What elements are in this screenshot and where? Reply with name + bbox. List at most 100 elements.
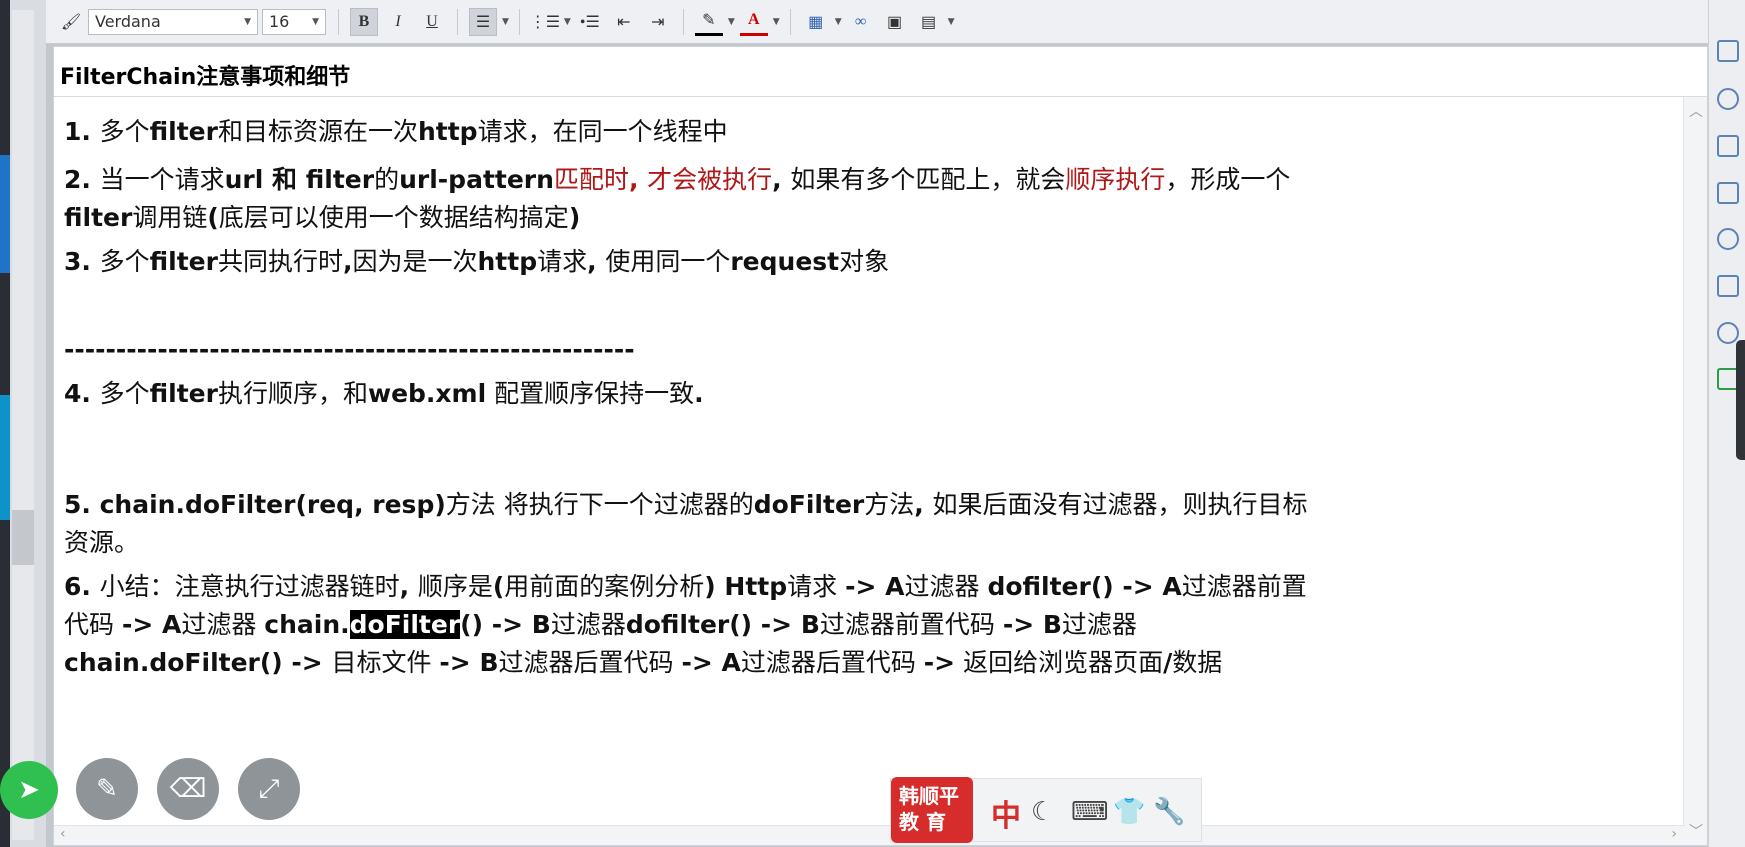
text-run: 过滤器 bbox=[550, 610, 626, 639]
scroll-left-icon[interactable]: ‹ bbox=[60, 826, 66, 842]
pencil-icon: ✎ bbox=[96, 774, 118, 804]
text-run: doFilter bbox=[349, 610, 461, 639]
format-painter-icon[interactable]: 🖌 bbox=[57, 8, 85, 36]
text-run: web.xml bbox=[367, 379, 487, 408]
text-run: 过滤器后置代码 bbox=[740, 648, 924, 677]
moon-icon[interactable]: ☾ bbox=[1031, 797, 1054, 827]
text-run: 过滤器后置代码 bbox=[498, 648, 682, 677]
text-run: 使用同一个 bbox=[605, 247, 731, 276]
brand-logo: 韩顺平 教 育 bbox=[891, 777, 973, 843]
table-icon[interactable]: ▦ bbox=[802, 8, 830, 36]
globe-icon[interactable] bbox=[1717, 322, 1739, 344]
text-run: http bbox=[417, 117, 478, 146]
text-run: 方法 将执行下一个过滤器的 bbox=[445, 490, 754, 519]
text-run: 返回给浏览器页面 bbox=[955, 648, 1164, 677]
text-run: 因为是一次 bbox=[352, 247, 478, 276]
cursor-icon: ➤ bbox=[18, 775, 40, 805]
text-run: 请求 bbox=[537, 247, 588, 276]
mindmap-icon[interactable] bbox=[1717, 135, 1739, 157]
text-run: 3. bbox=[64, 247, 100, 276]
horizontal-scrollbar[interactable]: ‹ › bbox=[54, 825, 1685, 845]
text-run: 请求，在同一个线程中 bbox=[477, 117, 728, 146]
calendar-icon[interactable]: ▤ bbox=[915, 8, 943, 36]
text-run: 2. bbox=[64, 165, 100, 194]
screen: 🖌 Verdana ▼ 16 ▼ B I U ☰ ▼ ⋮☰ ▼ •☰ ⇤ ⇥ ✎ ▼ A ▼… bbox=[0, 0, 1745, 847]
screenshot-icon[interactable] bbox=[1717, 275, 1739, 297]
text-run: 如果有多个匹配上，就会 bbox=[790, 165, 1066, 194]
divider-line: ----------------------------------------… bbox=[64, 331, 635, 369]
pointer-tool-button[interactable]: ➤ bbox=[0, 761, 58, 819]
text-run: 4. bbox=[64, 379, 100, 408]
search-icon[interactable] bbox=[1717, 228, 1739, 250]
chevron-down-icon: ▼ bbox=[312, 16, 319, 27]
side-scroll-thumb[interactable] bbox=[1736, 340, 1745, 460]
highlight-pen-icon[interactable]: ✎ bbox=[694, 8, 723, 36]
bold-button[interactable]: B bbox=[350, 7, 378, 36]
link-icon[interactable]: ∞ bbox=[847, 8, 875, 36]
underline-button[interactable]: U bbox=[418, 8, 446, 36]
ime-language-toggle[interactable]: 中 bbox=[991, 791, 1021, 835]
text-run: ，形成一个 bbox=[1165, 165, 1291, 194]
text-run: 用前面的案例分析 bbox=[504, 572, 705, 601]
text-run: filter bbox=[149, 247, 218, 276]
pen-tool-button[interactable]: ✎ bbox=[76, 758, 138, 820]
text-run: 过滤器 bbox=[181, 610, 265, 639]
text-run: request bbox=[730, 247, 840, 276]
left-scroll-thumb[interactable] bbox=[12, 510, 34, 565]
scroll-right-icon[interactable]: › bbox=[1671, 826, 1677, 842]
text-run: ( bbox=[492, 572, 505, 601]
text-run: 5. chain.doFilter(req, resp) bbox=[64, 490, 446, 519]
text-run: ) Http bbox=[704, 572, 788, 601]
eraser-icon: ⌫ bbox=[169, 774, 207, 804]
text-run: filter bbox=[64, 203, 133, 232]
note-editor[interactable]: FilterChain注意事项和细节 1. 多个filter和目标资源在一次ht… bbox=[53, 46, 1709, 846]
keyboard-icon[interactable]: ⌨ bbox=[1071, 797, 1109, 827]
text-run: 匹配时 bbox=[553, 165, 629, 194]
indent-icon[interactable]: ⇥ bbox=[644, 8, 672, 36]
text-run: ( bbox=[207, 203, 219, 232]
expand-icon: ⤢ bbox=[258, 773, 280, 804]
text-run: -> B bbox=[1002, 610, 1062, 639]
text-run: 过滤器前置 bbox=[1181, 572, 1307, 601]
vertical-scrollbar[interactable]: ︿ ﹀ bbox=[1683, 97, 1707, 845]
note-line: 2. 当一个请求url 和 filter的url-pattern匹配时, 才会被… bbox=[64, 161, 1290, 237]
text-run: 6. bbox=[64, 572, 100, 601]
user-icon[interactable] bbox=[1717, 88, 1739, 110]
italic-button[interactable]: I bbox=[384, 8, 412, 36]
text-run: dofilter() -> A bbox=[987, 572, 1182, 601]
align-left-icon[interactable]: ☰ bbox=[469, 7, 497, 36]
wrench-icon[interactable]: 🔧 bbox=[1153, 797, 1185, 827]
font-color-button[interactable]: A bbox=[739, 8, 768, 36]
text-run: -> A bbox=[121, 610, 182, 639]
right-sidebar bbox=[1708, 0, 1745, 847]
font-size-select[interactable]: 16 ▼ bbox=[262, 8, 326, 35]
text-run: 多个 bbox=[99, 379, 150, 408]
bullet-list-icon[interactable]: •☰ bbox=[576, 8, 604, 36]
text-run: () -> B bbox=[460, 610, 551, 639]
text-run: 的 bbox=[374, 165, 400, 194]
scroll-up-icon[interactable]: ︿ bbox=[1684, 101, 1708, 121]
text-run: 共同执行时 bbox=[217, 247, 343, 276]
text-run: filter bbox=[149, 117, 218, 146]
skin-icon[interactable]: 👕 bbox=[1113, 797, 1145, 827]
image-icon[interactable] bbox=[1717, 182, 1739, 204]
eraser-tool-button[interactable]: ⌫ bbox=[157, 758, 219, 820]
image-icon[interactable]: ▣ bbox=[881, 8, 909, 36]
scroll-down-icon[interactable]: ﹀ bbox=[1684, 821, 1708, 841]
fullscreen-button[interactable]: ⤢ bbox=[238, 758, 300, 820]
text-run: 资源。 bbox=[64, 528, 140, 557]
text-run: doFilter bbox=[753, 490, 865, 519]
text-run: url bbox=[224, 165, 264, 194]
text-run: 才会被执行 bbox=[647, 165, 773, 194]
calendar-icon[interactable] bbox=[1717, 40, 1739, 62]
font-family-select[interactable]: Verdana ▼ bbox=[88, 8, 258, 35]
text-run: 对象 bbox=[839, 247, 890, 276]
numbered-list-icon[interactable]: ⋮☰ bbox=[530, 8, 560, 36]
outdent-icon[interactable]: ⇤ bbox=[610, 8, 638, 36]
left-scrollbar[interactable] bbox=[12, 10, 34, 840]
text-run: -> B bbox=[439, 648, 499, 677]
text-run: 代码 bbox=[64, 610, 122, 639]
text-run: 过滤器 bbox=[904, 572, 988, 601]
text-run: / bbox=[1163, 648, 1173, 677]
note-title[interactable]: FilterChain注意事项和细节 bbox=[54, 47, 1709, 97]
